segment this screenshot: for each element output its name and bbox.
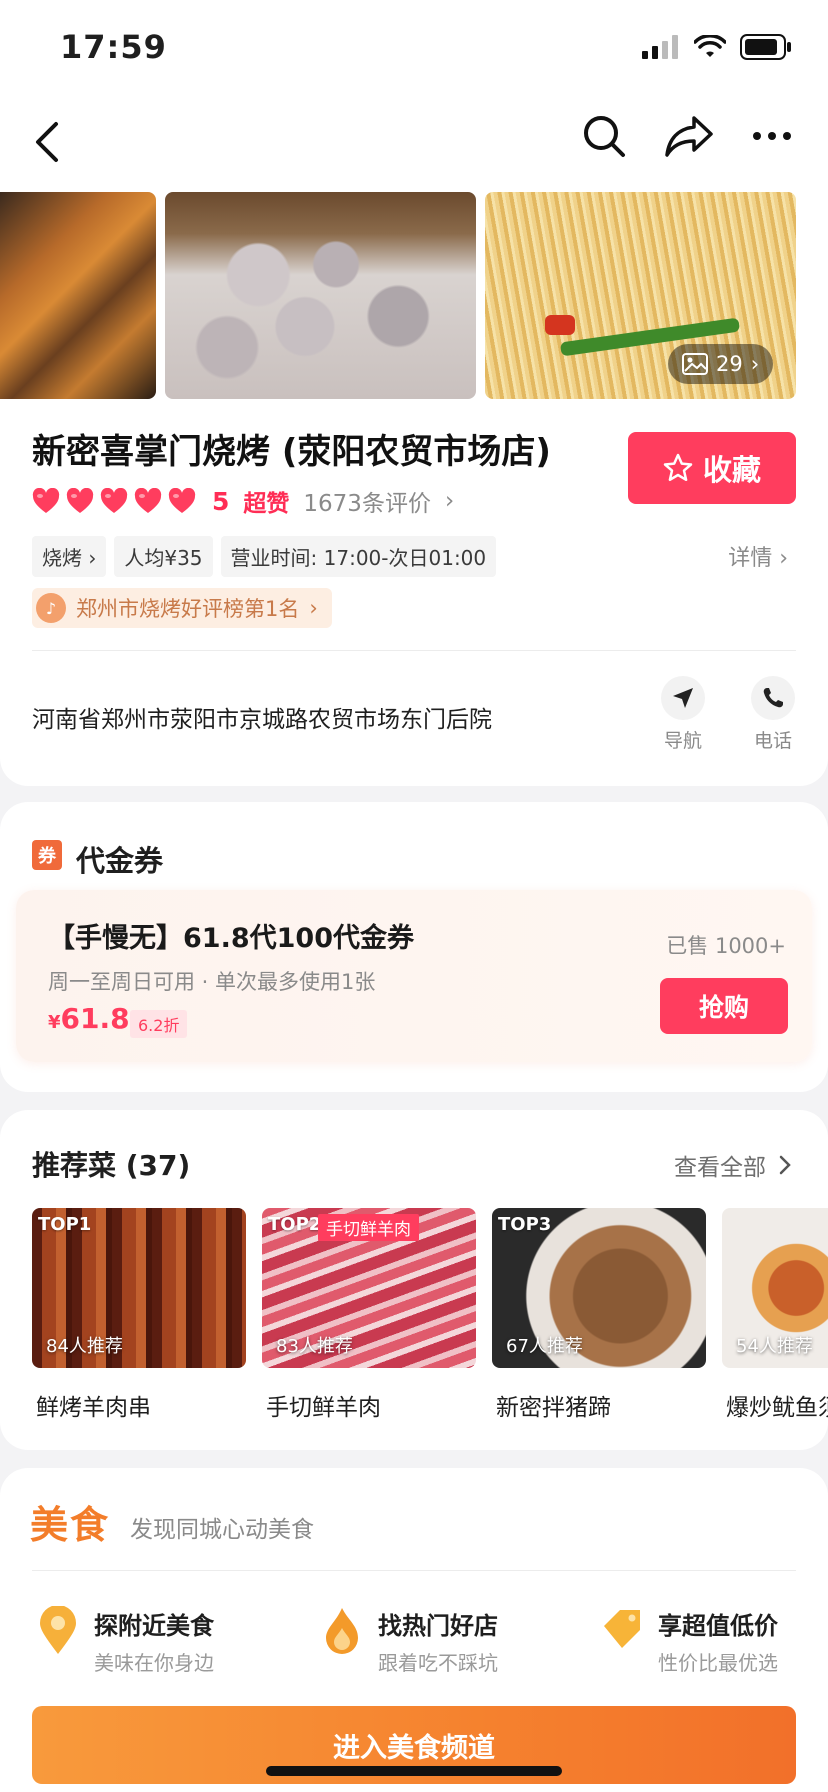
dish-rec-count: 67人推荐 (506, 1336, 583, 1357)
store-photo-1[interactable] (0, 192, 156, 399)
divider (32, 1570, 796, 1571)
feature-deal[interactable]: 享超值低价 性价比最优选 (600, 1606, 778, 1676)
detail-label: 详情 (728, 546, 773, 571)
flame-icon (326, 1608, 358, 1654)
navigate-button[interactable]: 导航 (648, 676, 718, 753)
feature-nearby[interactable]: 探附近美食 美味在你身边 (36, 1606, 214, 1676)
tag-hours: 营业时间: 17:00-次日01:00 (220, 536, 497, 577)
dish-rank: TOP1 (38, 1214, 92, 1235)
navigate-label: 导航 (663, 730, 702, 752)
dish-rec-count: 83人推荐 (276, 1336, 353, 1357)
buy-button[interactable]: 抢购 (660, 978, 788, 1034)
voucher-title: 【手慢无】61.8代100代金券 (48, 923, 414, 954)
dish-name-1[interactable]: 鲜烤羊肉串 (36, 1388, 151, 1422)
heart-icon (134, 488, 162, 513)
phone-icon (751, 676, 795, 720)
dish-rank: TOP2 (268, 1214, 322, 1235)
tag-row: 烧烤 › 人均¥35 营业时间: 17:00-次日01:00 (32, 536, 497, 577)
heart-icon (66, 488, 94, 513)
store-address[interactable]: 河南省郑州市荥阳市京城路农贸市场东门后院 (32, 700, 492, 734)
voucher-subtitle: 周一至周日可用 · 单次最多使用1张 (48, 970, 376, 994)
price-symbol: ¥ (48, 1012, 61, 1033)
heart-icon (100, 488, 128, 513)
chevron-right-icon: › (444, 488, 455, 514)
status-time: 17:59 (60, 28, 167, 66)
feature-text: 探附近美食 美味在你身边 (94, 1606, 214, 1676)
dish-card-3[interactable]: TOP3 67人推荐 (492, 1208, 706, 1368)
image-icon (682, 353, 708, 375)
chevron-right-icon: › (309, 596, 318, 620)
dish-name-4[interactable]: 爆炒鱿鱼须 (726, 1388, 828, 1422)
feature-sub: 跟着吃不踩坑 (378, 1651, 498, 1675)
rating-row[interactable]: 5 超赞 1673条评价 › (32, 484, 454, 518)
price-tag-icon (604, 1610, 640, 1648)
share-icon[interactable] (664, 114, 714, 158)
dish-top-label: 手切鲜羊肉 (318, 1214, 419, 1241)
douyin-icon: ♪ (36, 593, 66, 623)
tag-category-label: 烧烤 (42, 546, 82, 570)
view-all-link[interactable]: 查看全部 (674, 1148, 792, 1182)
dish-card-4[interactable]: 54人推荐 (722, 1208, 828, 1368)
navigate-icon (661, 676, 705, 720)
voucher-section-title: 代金券 (76, 844, 164, 878)
chevron-right-icon: › (750, 352, 760, 376)
feature-title: 享超值低价 (658, 1612, 778, 1640)
detail-link[interactable]: 详情 › (728, 540, 788, 572)
feature-hot[interactable]: 找热门好店 跟着吃不踩坑 (320, 1606, 498, 1676)
home-indicator (266, 1766, 562, 1776)
nav-actions (582, 114, 792, 158)
dish-name-3[interactable]: 新密拌猪蹄 (496, 1388, 611, 1422)
dishes-title: 推荐菜 (37) (32, 1149, 191, 1182)
signal-icon (642, 35, 678, 59)
rating-score: 5 (212, 486, 230, 516)
dish-card-1[interactable]: TOP1 84人推荐 (32, 1208, 246, 1368)
tag-category[interactable]: 烧烤 › (32, 536, 107, 577)
favorite-button[interactable]: 收藏 (628, 432, 796, 504)
heart-icon (32, 488, 60, 513)
phone-label: 电话 (753, 730, 792, 752)
feature-title: 探附近美食 (94, 1612, 214, 1640)
battery-icon (740, 34, 791, 60)
chevron-right-icon (779, 1155, 791, 1175)
store-photo-2[interactable] (165, 192, 476, 399)
rating-text: 超赞 (243, 491, 290, 517)
star-icon (663, 453, 693, 482)
photo-count-badge[interactable]: 29 › (668, 344, 774, 384)
feature-title: 找热门好店 (378, 1612, 498, 1640)
view-all-label: 查看全部 (674, 1155, 766, 1181)
food-logo: 美食 (30, 1503, 111, 1547)
dish-rec-count: 84人推荐 (46, 1336, 123, 1357)
photo-decor (545, 315, 575, 335)
dish-card-2[interactable]: TOP2 手切鲜羊肉 83人推荐 (262, 1208, 476, 1368)
wifi-icon (694, 35, 726, 57)
tag-avg-price: 人均¥35 (114, 536, 213, 577)
dish-rec-count: 54人推荐 (736, 1336, 813, 1357)
dish-rank: TOP3 (498, 1214, 552, 1235)
dish-name-2[interactable]: 手切鲜羊肉 (266, 1388, 381, 1422)
search-icon[interactable] (582, 114, 626, 158)
back-icon[interactable] (28, 118, 68, 166)
rank-text: 郑州市烧烤好评榜第1名 (76, 597, 300, 621)
voucher-price: ¥61.8 (48, 1002, 130, 1035)
voucher-icon: 券 (32, 840, 62, 870)
divider (32, 650, 796, 651)
more-icon[interactable] (752, 130, 792, 142)
feature-sub: 性价比最优选 (658, 1651, 778, 1675)
feature-text: 享超值低价 性价比最优选 (658, 1606, 778, 1676)
price-value: 61.8 (60, 1002, 130, 1035)
favorite-label: 收藏 (702, 453, 761, 487)
status-icons (642, 34, 792, 60)
food-slogan: 发现同城心动美食 (130, 1517, 314, 1543)
feature-sub: 美味在你身边 (94, 1651, 214, 1675)
feature-text: 找热门好店 跟着吃不踩坑 (378, 1606, 498, 1676)
voucher-sold: 已售 1000+ (666, 934, 786, 958)
phone-button[interactable]: 电话 (738, 676, 808, 753)
review-count[interactable]: 1673条评价 (303, 484, 431, 518)
voucher-discount: 6.2折 (130, 1010, 188, 1038)
location-pin-icon (40, 1606, 76, 1654)
photo-count: 29 (716, 352, 743, 376)
heart-icon (168, 488, 196, 513)
store-name: 新密喜掌门烧烤 (荥阳农贸市场店) (32, 432, 551, 472)
rank-badge[interactable]: ♪ 郑州市烧烤好评榜第1名 › (32, 588, 332, 628)
